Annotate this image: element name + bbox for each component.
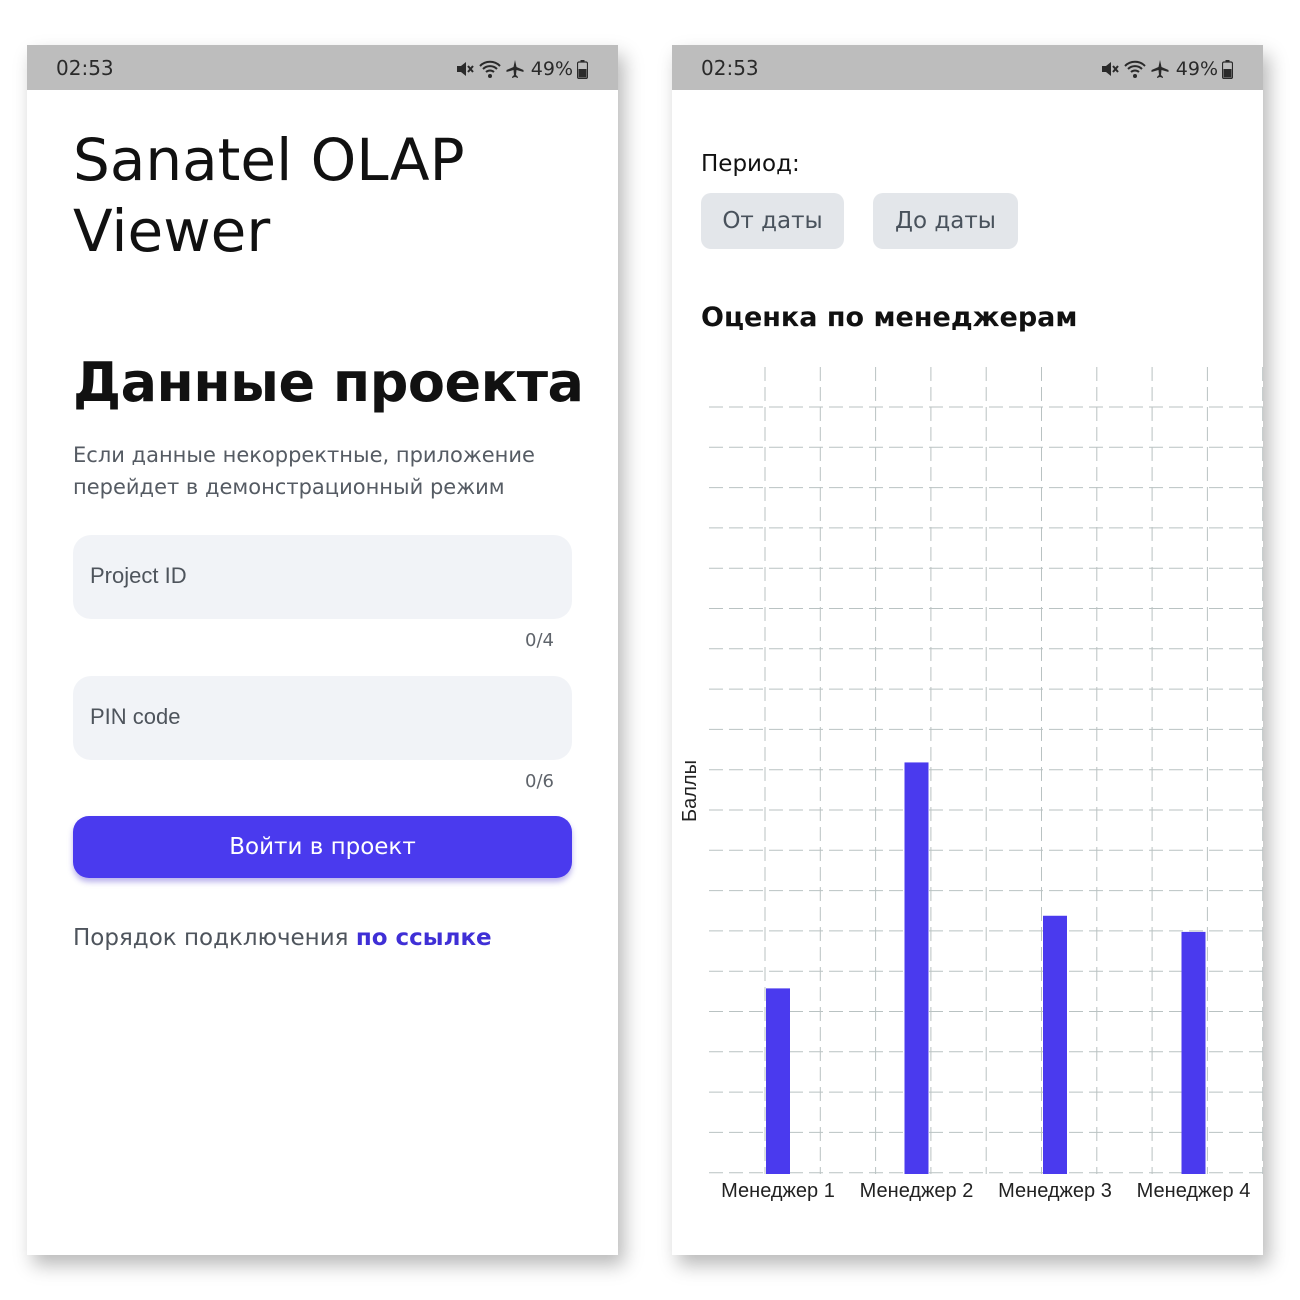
x-tick-label: Менеджер 1 (721, 1180, 835, 1202)
mute-icon (455, 59, 475, 79)
status-bar: 02:53 49% (27, 45, 618, 90)
section-description: Если данные некорректные, приложение пер… (73, 443, 535, 499)
y-axis-label: Баллы (679, 760, 701, 822)
login-button[interactable]: Войти в проект (73, 816, 572, 878)
bar-2[interactable] (904, 762, 929, 1174)
login-screen: 02:53 49% Sanatel OLAP Viewer Данные про… (27, 45, 618, 1255)
connection-info: Порядок подключения по ссылке (73, 925, 492, 951)
wifi-icon (479, 59, 501, 79)
manager-score-chart: Менеджер 1 Менеджер 2 Менеджер 3 Менеджер 4… (679, 367, 1263, 1202)
project-id-counter: 0/4 (525, 630, 554, 651)
status-icons: 49% (455, 57, 588, 81)
airplane-icon (505, 59, 525, 79)
battery-icon (577, 59, 588, 79)
pin-code-counter: 0/6 (525, 771, 554, 792)
chart-grid (709, 367, 1263, 1174)
section-title: Данные проекта (73, 351, 584, 414)
project-id-input[interactable]: Project ID (73, 535, 572, 619)
status-time: 02:53 (56, 56, 114, 80)
bar-3[interactable] (1043, 915, 1067, 1174)
x-tick-label: Менеджер 2 (860, 1180, 974, 1202)
pin-code-input[interactable]: PIN code (73, 676, 572, 760)
app-title: Sanatel OLAP Viewer (73, 126, 465, 265)
connection-info-link[interactable]: по ссылке (356, 925, 492, 951)
bar-1[interactable] (766, 988, 790, 1174)
connection-info-text: Порядок подключения (73, 925, 349, 951)
chart-labels: Менеджер 1 Менеджер 2 Менеджер 3 Менеджер 4 (721, 1180, 1250, 1202)
bar-4[interactable] (1181, 931, 1206, 1174)
report-screen: 02:53 49% Период: От даты До даты Оценка… (672, 45, 1263, 1255)
battery-percent: 49% (530, 58, 573, 80)
x-tick-label: Менеджер 3 (998, 1180, 1112, 1202)
x-tick-label: Менеджер 4 (1137, 1180, 1251, 1202)
